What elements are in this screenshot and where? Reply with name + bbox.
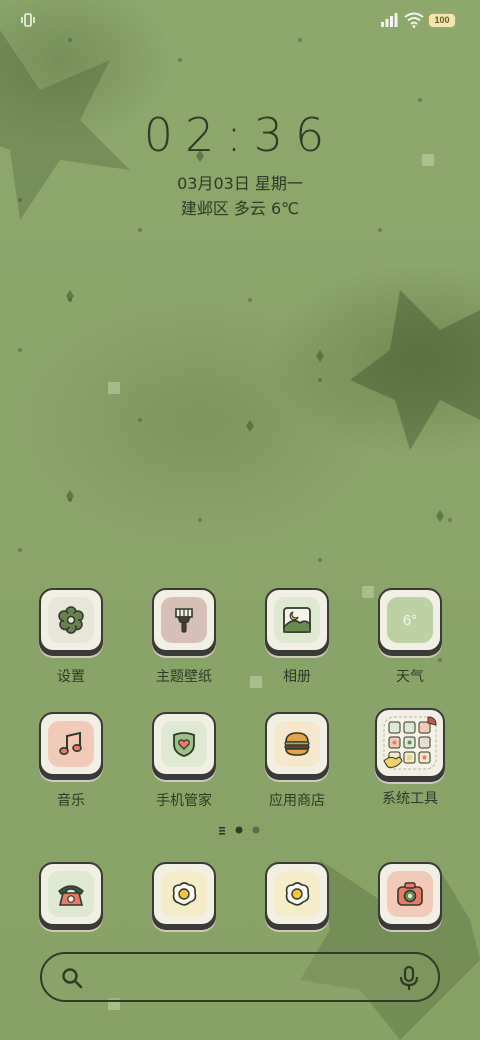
microphone-icon[interactable] [398, 965, 420, 991]
folder-icon [383, 716, 437, 770]
app-weather[interactable]: 6° 天气 [360, 588, 460, 686]
fried-egg-icon [172, 882, 197, 906]
dock-phone[interactable] [21, 862, 121, 926]
app-music[interactable]: 音乐 [21, 712, 121, 810]
folder-system-tools[interactable]: 系统工具 [360, 708, 460, 808]
app-label: 手机管家 [156, 793, 212, 809]
app-label: 主题壁纸 [156, 669, 212, 685]
status-bar: 100 [0, 0, 480, 40]
app-label: 音乐 [57, 793, 85, 809]
app-phone-manager[interactable]: 手机管家 [134, 712, 234, 810]
app-icon-frame[interactable] [39, 588, 103, 652]
clock-date[interactable]: 03月03日 星期一 [0, 170, 480, 194]
app-label: 天气 [396, 669, 424, 685]
app-icon-frame[interactable] [152, 712, 216, 776]
wifi-icon [404, 12, 424, 28]
vibrate-icon [21, 13, 35, 27]
app-label: 应用商店 [269, 793, 325, 809]
search-bar[interactable] [40, 952, 440, 1002]
app-label: 设置 [57, 669, 85, 685]
app-icon-frame[interactable] [265, 862, 329, 926]
page-indicator[interactable] [218, 824, 268, 836]
shield-heart-icon [173, 732, 195, 757]
app-label: 系统工具 [382, 791, 438, 807]
app-icon-frame[interactable] [152, 862, 216, 926]
gear-icon [58, 606, 84, 634]
app-icon-frame[interactable]: 6° [378, 588, 442, 652]
app-icon-frame[interactable] [265, 588, 329, 652]
gallery-icon [283, 607, 311, 633]
search-icon[interactable] [60, 966, 84, 990]
dock-camera[interactable] [360, 862, 460, 926]
app-store[interactable]: 应用商店 [247, 712, 347, 810]
app-icon-frame[interactable] [39, 862, 103, 926]
dock-browser[interactable] [247, 862, 347, 926]
phone-icon [58, 885, 84, 906]
app-settings[interactable]: 设置 [21, 588, 121, 686]
app-icon-frame[interactable] [378, 862, 442, 926]
paint-brush-icon [175, 608, 193, 633]
camera-icon [397, 882, 423, 906]
clock-time[interactable]: 02:36 [0, 108, 480, 162]
page-dot-active[interactable] [235, 826, 243, 834]
signal-icon [381, 13, 398, 27]
folder-frame[interactable] [375, 708, 445, 778]
app-theme-wallpaper[interactable]: 主题壁纸 [134, 588, 234, 686]
weather-summary[interactable]: 建邺区 多云 6℃ [0, 195, 480, 219]
weather-temp-badge: 6° [402, 611, 418, 629]
app-icon-frame[interactable] [265, 712, 329, 776]
page-dot[interactable] [252, 826, 260, 834]
music-icon [59, 731, 82, 755]
app-label: 相册 [283, 669, 311, 685]
battery-indicator: 100 [428, 13, 456, 28]
app-gallery[interactable]: 相册 [247, 588, 347, 686]
app-icon-frame[interactable] [39, 712, 103, 776]
dock-messages[interactable] [134, 862, 234, 926]
burger-icon [284, 732, 310, 756]
home-page-dot[interactable] [219, 827, 225, 829]
fried-egg-icon [285, 882, 310, 906]
app-icon-frame[interactable] [152, 588, 216, 652]
